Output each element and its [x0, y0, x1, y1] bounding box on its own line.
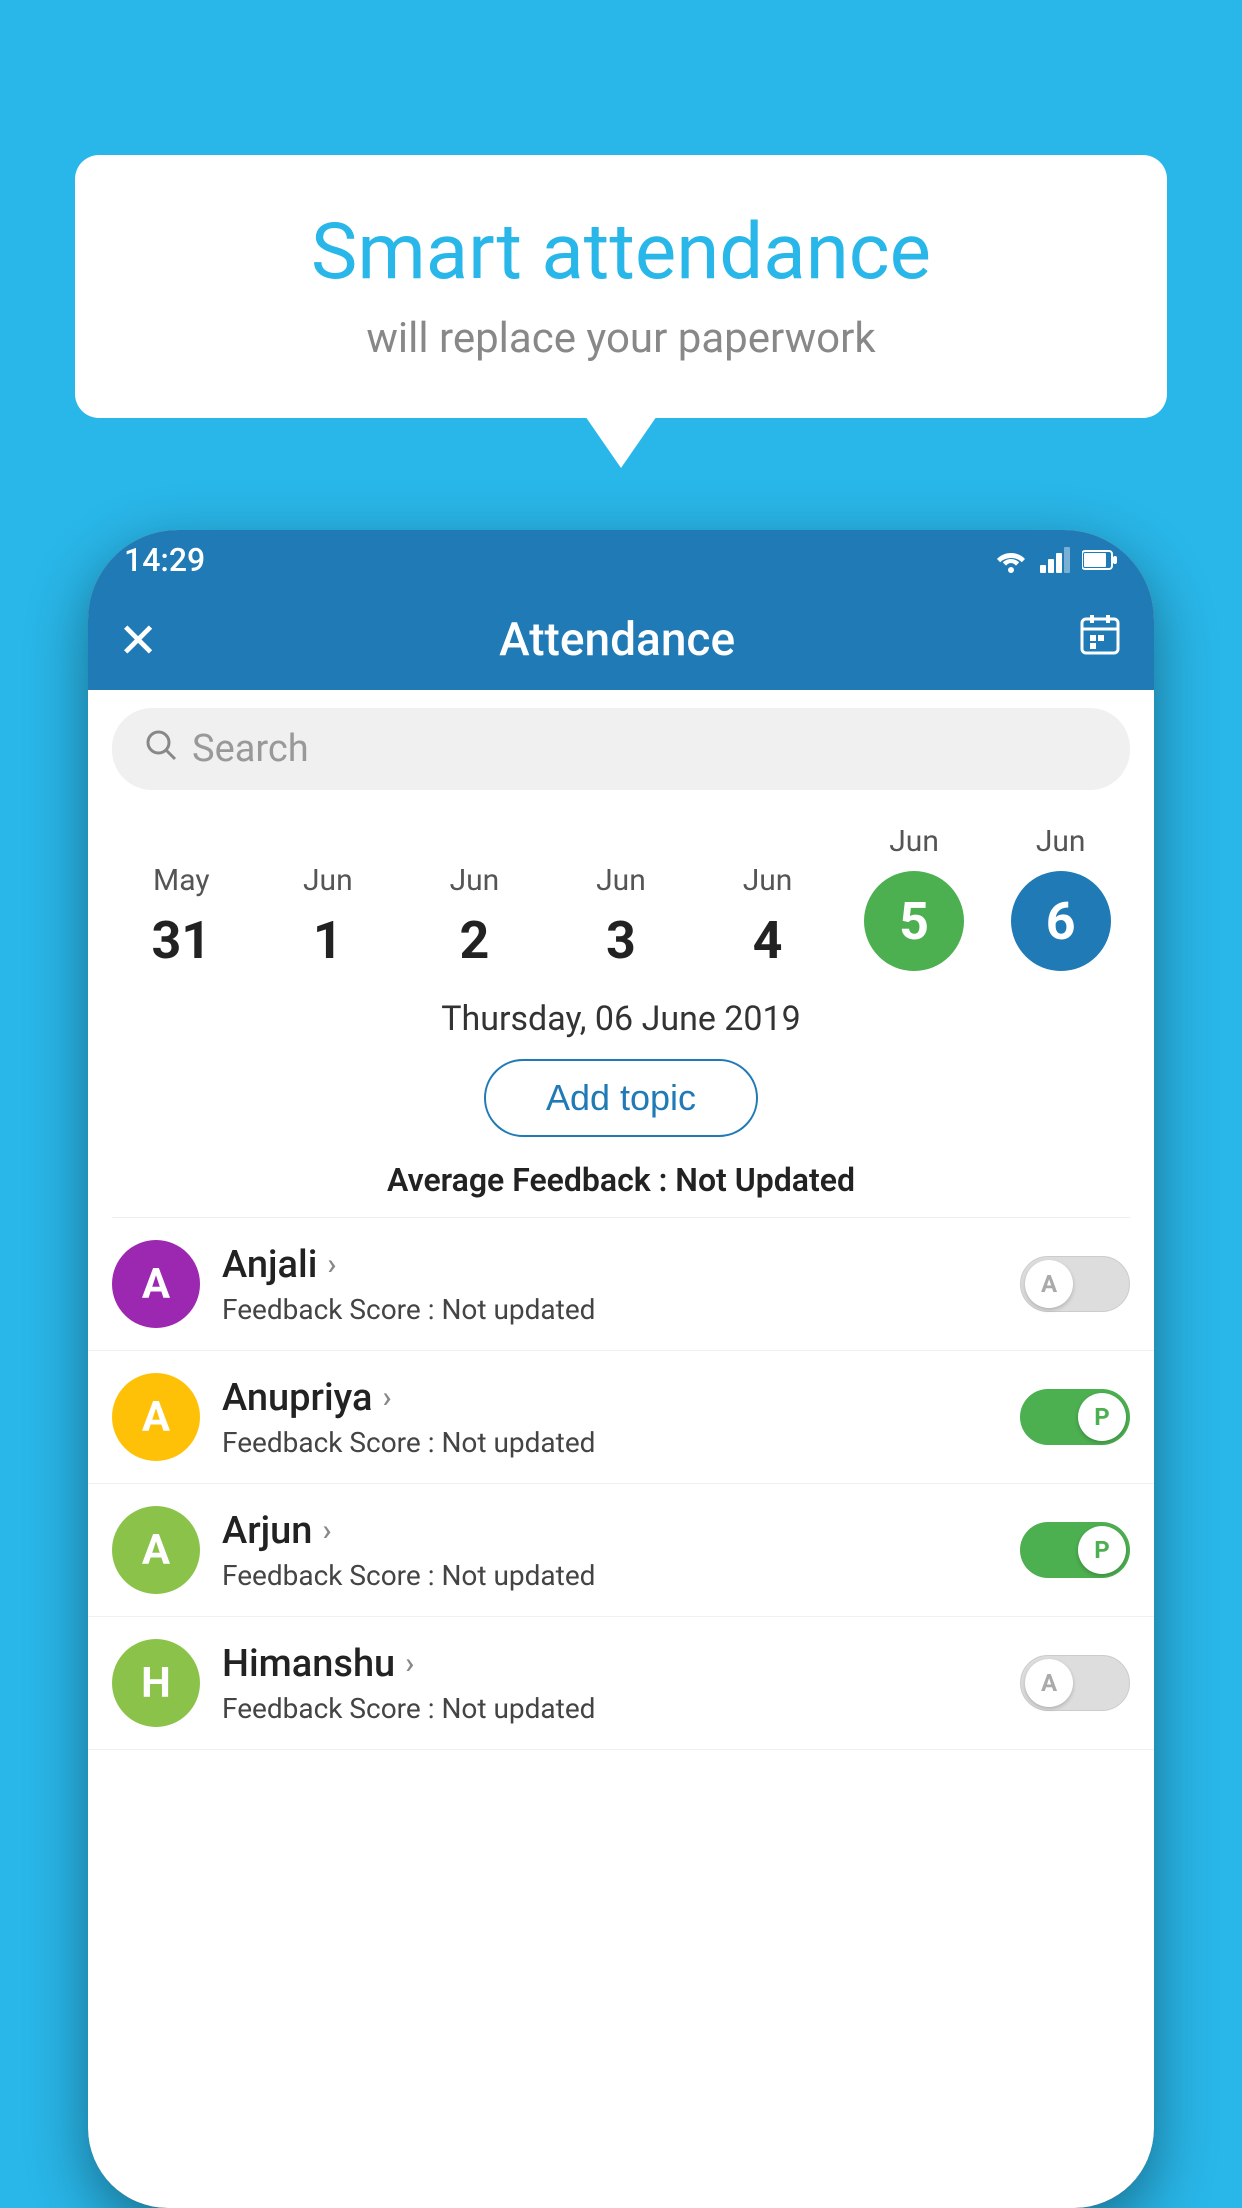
selected-date: Thursday, 06 June 2019: [88, 981, 1154, 1051]
calendar-day-6[interactable]: Jun 6: [1006, 824, 1116, 971]
speech-bubble-title: Smart attendance: [135, 210, 1107, 296]
battery-icon: [1082, 549, 1118, 571]
close-button[interactable]: ✕: [118, 612, 158, 669]
search-container: Search: [88, 690, 1154, 804]
student-item-anjali: A Anjali › Feedback Score : Not updated …: [88, 1218, 1154, 1351]
chevron-icon: ›: [322, 1513, 331, 1548]
student-avatar-anupriya: A: [112, 1373, 200, 1461]
student-list: A Anjali › Feedback Score : Not updated …: [88, 1218, 1154, 1750]
status-bar: 14:29: [88, 530, 1154, 590]
calendar-day-5[interactable]: Jun 5: [859, 824, 969, 971]
student-feedback-anjali: Feedback Score : Not updated: [222, 1293, 1020, 1326]
calendar-day-1[interactable]: Jun 1: [273, 863, 383, 971]
add-topic-container: Add topic: [88, 1059, 1154, 1137]
wifi-icon: [994, 547, 1028, 573]
toggle-anjali[interactable]: A: [1020, 1256, 1130, 1312]
phone-screen: 14:29: [88, 530, 1154, 2208]
chevron-icon: ›: [327, 1247, 336, 1282]
app-header: ✕ Attendance: [88, 590, 1154, 690]
toggle-arjun[interactable]: P: [1020, 1522, 1130, 1578]
search-icon: [142, 726, 178, 772]
student-avatar-arjun: A: [112, 1506, 200, 1594]
student-avatar-himanshu: H: [112, 1639, 200, 1727]
speech-bubble-container: Smart attendance will replace your paper…: [75, 155, 1167, 418]
calendar-day-2[interactable]: Jun 2: [419, 863, 529, 971]
student-avatar-anjali: A: [112, 1240, 200, 1328]
chevron-icon: ›: [405, 1646, 414, 1681]
average-feedback: Average Feedback : Not Updated: [88, 1153, 1154, 1217]
add-topic-button[interactable]: Add topic: [484, 1059, 758, 1137]
calendar-circle-green: 5: [864, 871, 964, 971]
calendar-day-4[interactable]: Jun 4: [713, 863, 823, 971]
attendance-toggle-anupriya[interactable]: P: [1020, 1389, 1130, 1445]
student-item-himanshu: H Himanshu › Feedback Score : Not update…: [88, 1617, 1154, 1750]
header-title: Attendance: [499, 613, 735, 667]
attendance-toggle-arjun[interactable]: P: [1020, 1522, 1130, 1578]
calendar-day-3[interactable]: Jun 3: [566, 863, 676, 971]
speech-bubble-subtitle: will replace your paperwork: [135, 314, 1107, 363]
student-name-arjun: Arjun ›: [222, 1509, 1020, 1553]
attendance-toggle-himanshu[interactable]: A: [1020, 1655, 1130, 1711]
student-feedback-anupriya: Feedback Score : Not updated: [222, 1426, 1020, 1459]
calendar-day-0[interactable]: May 31: [126, 863, 236, 971]
signal-icon: [1040, 547, 1070, 573]
student-feedback-himanshu: Feedback Score : Not updated: [222, 1692, 1020, 1725]
attendance-toggle-anjali[interactable]: A: [1020, 1256, 1130, 1312]
student-feedback-arjun: Feedback Score : Not updated: [222, 1559, 1020, 1592]
student-info-anupriya[interactable]: Anupriya › Feedback Score : Not updated: [222, 1376, 1020, 1459]
calendar-strip: May 31 Jun 1 Jun 2 Jun 3 Jun 4: [88, 804, 1154, 981]
search-placeholder: Search: [192, 727, 309, 771]
phone-frame: 14:29: [88, 530, 1154, 2208]
calendar-circle-blue: 6: [1011, 871, 1111, 971]
student-info-anjali[interactable]: Anjali › Feedback Score : Not updated: [222, 1243, 1020, 1326]
search-bar[interactable]: Search: [112, 708, 1130, 790]
student-name-anjali: Anjali ›: [222, 1243, 1020, 1287]
student-item-arjun: A Arjun › Feedback Score : Not updated P: [88, 1484, 1154, 1617]
student-name-himanshu: Himanshu ›: [222, 1642, 1020, 1686]
student-name-anupriya: Anupriya ›: [222, 1376, 1020, 1420]
student-info-himanshu[interactable]: Himanshu › Feedback Score : Not updated: [222, 1642, 1020, 1725]
calendar-icon[interactable]: [1076, 611, 1124, 670]
speech-bubble: Smart attendance will replace your paper…: [75, 155, 1167, 418]
status-time: 14:29: [124, 541, 205, 579]
chevron-icon: ›: [382, 1380, 391, 1415]
student-item-anupriya: A Anupriya › Feedback Score : Not update…: [88, 1351, 1154, 1484]
student-info-arjun[interactable]: Arjun › Feedback Score : Not updated: [222, 1509, 1020, 1592]
toggle-anupriya[interactable]: P: [1020, 1389, 1130, 1445]
toggle-himanshu[interactable]: A: [1020, 1655, 1130, 1711]
status-icons: [994, 547, 1118, 573]
